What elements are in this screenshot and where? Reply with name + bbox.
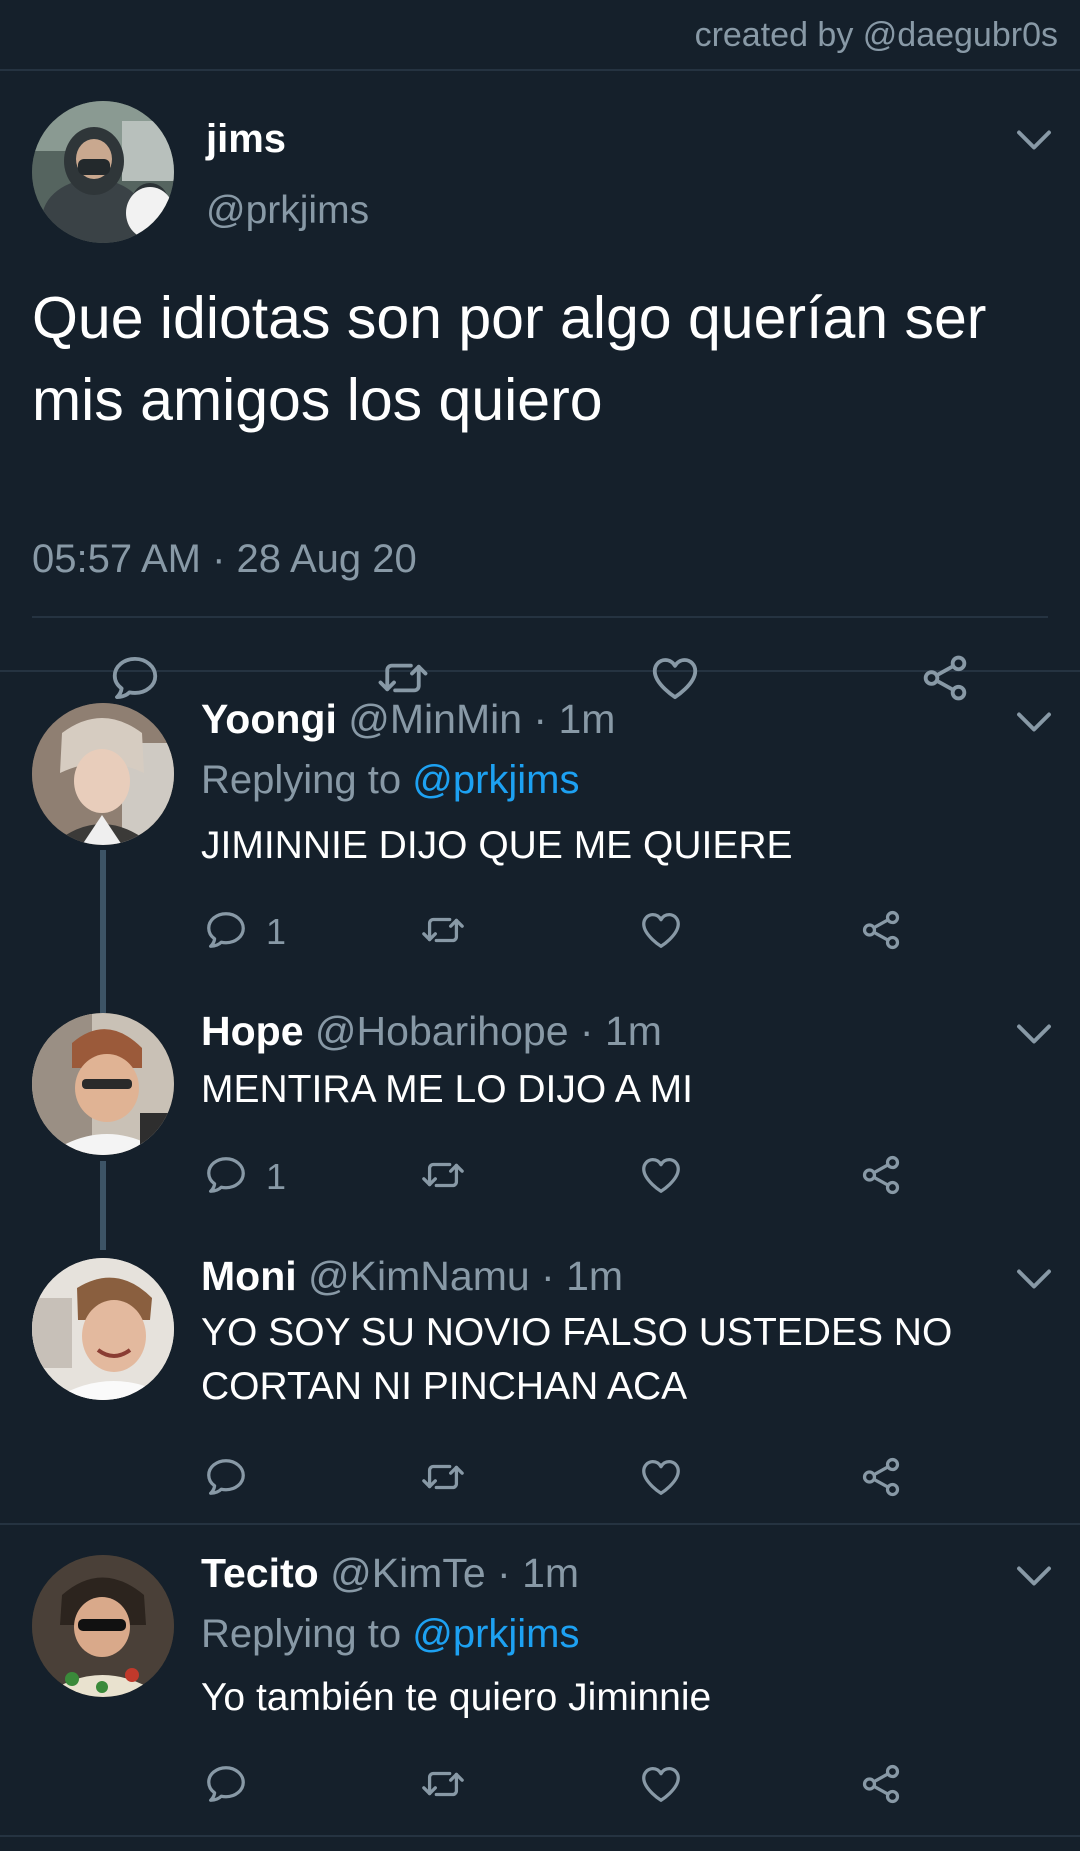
reply-icon[interactable] (203, 1152, 249, 1198)
share-icon[interactable] (858, 907, 904, 953)
avatar[interactable] (32, 1258, 174, 1400)
reply-tweet[interactable]: Moni @KimNamu · 1m YO SOY SU NOVIO FALSO… (0, 1226, 1080, 1523)
replying-to: Replying to @prkjims (201, 758, 580, 803)
profile-photo (32, 1258, 174, 1400)
share-icon[interactable] (858, 1152, 904, 1198)
mention-link[interactable]: @prkjims (412, 758, 579, 802)
tweet-timestamp[interactable]: 05:57 AM · 28 Aug 20 (32, 537, 417, 582)
reply-icon[interactable] (203, 1761, 249, 1807)
tweet-text: Que idiotas son por algo querían ser mis… (32, 285, 987, 433)
handle-time[interactable]: @KimNamu · 1m (308, 1253, 623, 1299)
reply-count: 1 (266, 911, 287, 952)
retweet-icon[interactable] (420, 1152, 466, 1198)
reply-header: Tecito @KimTe · 1m (201, 1550, 579, 1597)
share-icon[interactable] (858, 1454, 904, 1500)
user-handle[interactable]: @prkjims (206, 189, 369, 233)
profile-photo (32, 703, 174, 845)
retweet-icon[interactable] (420, 907, 466, 953)
action-bar (0, 1761, 1080, 1811)
handle-time[interactable]: @Hobarihope · 1m (315, 1008, 662, 1054)
action-bar (0, 1454, 1080, 1504)
replying-to: Replying to @prkjims (201, 1612, 580, 1657)
reply-count: 1 (266, 1156, 287, 1197)
chevron-down-icon[interactable] (1016, 1268, 1052, 1290)
reply-tweet[interactable]: Hope @Hobarihope · 1m MENTIRA ME LO DIJO… (0, 981, 1080, 1226)
divider (0, 1835, 1080, 1837)
like-icon[interactable] (638, 1152, 684, 1198)
main-tweet: jims @prkjims Que idiotas son por algo q… (0, 71, 1080, 672)
mention-link[interactable]: @prkjims (412, 1612, 579, 1656)
avatar[interactable] (32, 1013, 174, 1155)
avatar[interactable] (32, 101, 174, 243)
chevron-down-icon[interactable] (1016, 129, 1052, 151)
display-name[interactable]: Yoongi (201, 696, 337, 742)
display-name[interactable]: Hope (201, 1008, 304, 1054)
share-icon[interactable] (858, 1761, 904, 1807)
chevron-down-icon[interactable] (1016, 1565, 1052, 1587)
like-icon[interactable] (638, 907, 684, 953)
tweet-text: MENTIRA ME LO DIJO A MI (201, 1068, 693, 1111)
reply-header: Yoongi @MinMin · 1m (201, 696, 615, 743)
avatar[interactable] (32, 1555, 174, 1697)
tweet-text: YO SOY SU NOVIO FALSO USTEDES NO CORTAN … (201, 1311, 953, 1408)
profile-photo (32, 1555, 174, 1697)
display-name[interactable]: Moni (201, 1253, 297, 1299)
display-name[interactable]: jims (206, 117, 286, 162)
replying-prefix: Replying to (201, 1612, 413, 1656)
reply-icon[interactable] (203, 1454, 249, 1500)
display-name[interactable]: Tecito (201, 1550, 319, 1596)
handle-time[interactable]: @KimTe · 1m (330, 1550, 579, 1596)
retweet-icon[interactable] (420, 1454, 466, 1500)
credit-bar: created by @daegubr0s (0, 0, 1080, 71)
tweet-text: JIMINNIE DIJO QUE ME QUIERE (201, 824, 793, 867)
action-bar: 1 (0, 907, 1080, 957)
reply-tweet[interactable]: Yoongi @MinMin · 1m Replying to @prkjims… (0, 671, 1080, 981)
like-icon[interactable] (638, 1454, 684, 1500)
divider (32, 616, 1048, 618)
tweet-text: Yo también te quiero Jiminnie (201, 1676, 712, 1719)
reply-tweet[interactable]: Tecito @KimTe · 1m Replying to @prkjims … (0, 1525, 1080, 1835)
avatar[interactable] (32, 703, 174, 845)
profile-photo (32, 1013, 174, 1155)
chevron-down-icon[interactable] (1016, 711, 1052, 733)
profile-photo (32, 101, 174, 243)
chevron-down-icon[interactable] (1016, 1023, 1052, 1045)
action-bar: 1 (0, 1152, 1080, 1202)
replies-list: Yoongi @MinMin · 1m Replying to @prkjims… (0, 671, 1080, 1851)
credit-text: created by @daegubr0s (694, 16, 1058, 54)
like-icon[interactable] (638, 1761, 684, 1807)
replying-prefix: Replying to (201, 758, 413, 802)
reply-header: Hope @Hobarihope · 1m (201, 1008, 662, 1055)
reply-icon[interactable] (203, 907, 249, 953)
reply-header: Moni @KimNamu · 1m (201, 1253, 623, 1300)
retweet-icon[interactable] (420, 1761, 466, 1807)
handle-time[interactable]: @MinMin · 1m (348, 696, 615, 742)
